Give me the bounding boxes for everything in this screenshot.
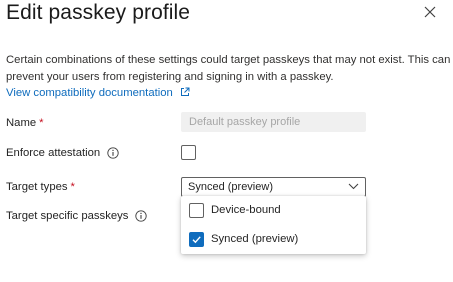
target-types-listbox: Device-bound Synced (preview) bbox=[181, 196, 366, 254]
target-types-selected-value: Synced (preview) bbox=[188, 181, 273, 193]
option-label: Synced (preview) bbox=[211, 233, 299, 245]
name-input[interactable]: Default passkey profile bbox=[181, 112, 366, 132]
info-icon[interactable] bbox=[135, 210, 148, 222]
target-types-dropdown[interactable]: Synced (preview) bbox=[181, 177, 366, 197]
chevron-down-icon bbox=[348, 183, 359, 190]
close-icon bbox=[424, 6, 436, 18]
enforce-attestation-label: Enforce attestation bbox=[6, 145, 119, 161]
target-types-text: Target types bbox=[6, 181, 68, 193]
panel-description: Certain combinations of these settings c… bbox=[6, 52, 451, 86]
option-synced[interactable]: Synced (preview) bbox=[181, 225, 366, 253]
description-line-1: Certain combinations of these settings c… bbox=[6, 54, 451, 66]
enforce-attestation-text: Enforce attestation bbox=[6, 147, 101, 159]
target-specific-passkeys-label: Target specific passkeys bbox=[6, 208, 148, 224]
required-indicator: * bbox=[39, 117, 44, 129]
checkmark-icon bbox=[192, 236, 201, 244]
synced-checkbox[interactable] bbox=[189, 232, 204, 247]
option-device-bound[interactable]: Device-bound bbox=[181, 196, 366, 224]
panel-title: Edit passkey profile bbox=[6, 1, 191, 24]
external-link-icon bbox=[180, 87, 190, 96]
enforce-attestation-checkbox[interactable] bbox=[181, 145, 196, 160]
close-button[interactable] bbox=[420, 2, 440, 22]
description-line-2: prevent your users from registering and … bbox=[6, 71, 334, 83]
name-label-text: Name bbox=[6, 117, 37, 129]
device-bound-checkbox[interactable] bbox=[189, 203, 204, 218]
target-types-label: Target types * bbox=[6, 179, 75, 195]
required-indicator: * bbox=[70, 181, 75, 193]
compatibility-documentation-link[interactable]: View compatibility documentation bbox=[6, 85, 190, 101]
doc-link-label: View compatibility documentation bbox=[6, 87, 173, 99]
option-label: Device-bound bbox=[211, 204, 281, 216]
info-icon[interactable] bbox=[107, 147, 119, 159]
target-specific-passkeys-text: Target specific passkeys bbox=[6, 210, 129, 222]
name-label: Name * bbox=[6, 115, 44, 131]
name-input-placeholder: Default passkey profile bbox=[189, 116, 301, 128]
